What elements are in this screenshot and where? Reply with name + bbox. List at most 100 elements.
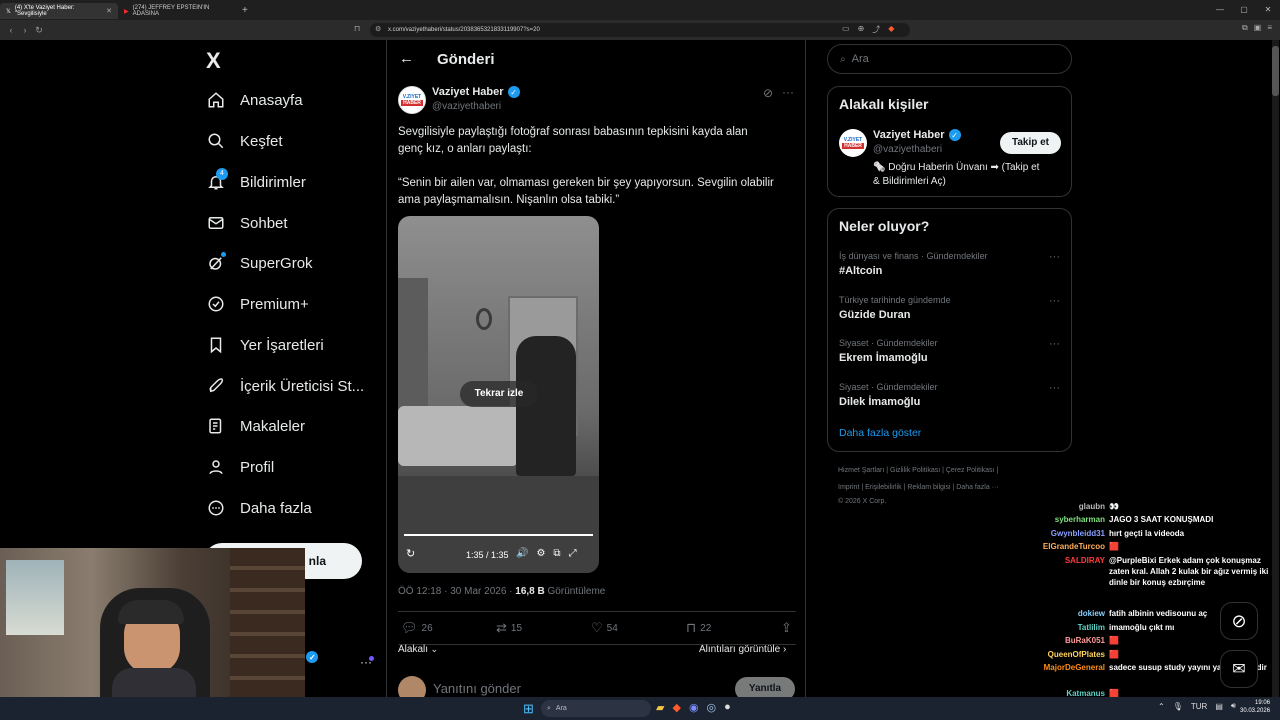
pip-icon[interactable]: ⧉	[553, 548, 560, 559]
trend-more-icon[interactable]: ···	[1049, 251, 1060, 263]
author-name[interactable]: Vaziyet Haber	[432, 86, 504, 98]
trend-item[interactable]: Siyaset · Gündemdekiler Dilek İmamoğlu ·…	[839, 382, 1060, 408]
search-input[interactable]: ⌕ Ara	[827, 44, 1072, 74]
taskbar-clock[interactable]: 19:06 30.03.2026	[1240, 699, 1270, 715]
volume-icon[interactable]: 🔊	[516, 548, 528, 559]
sidebar-item-articles[interactable]: Makaleler	[206, 416, 305, 436]
share-icon[interactable]: ⇪	[781, 620, 792, 636]
video-player[interactable]: Tekrar izle ↻ 1:35 / 1:35 🔊 ⚙ ⧉ ⤢	[398, 216, 599, 573]
sidebar-item-creator-studio[interactable]: İçerik Üreticisi St...	[206, 376, 364, 396]
screen-icon[interactable]: ▭	[842, 24, 850, 35]
windows-start-icon[interactable]: ⊞	[523, 701, 534, 717]
chat-username[interactable]: Gwynbleidd31	[1034, 528, 1105, 539]
webcam-shelf	[230, 548, 305, 697]
minimize-icon[interactable]: —	[1208, 0, 1232, 20]
taskbar-search[interactable]: ⌕ Ara	[541, 700, 651, 717]
close-tab-icon[interactable]: ✕	[106, 7, 112, 15]
back-arrow-icon[interactable]: ←	[399, 50, 414, 67]
obs-icon[interactable]: ●	[724, 701, 731, 714]
discord-icon[interactable]: ◉	[689, 701, 699, 714]
replay-button[interactable]: Tekrar izle	[460, 381, 538, 407]
trend-item[interactable]: Türkiye tarihinde gündemde Güzide Duran …	[839, 295, 1060, 321]
sort-dropdown[interactable]: Alakalı ⌄	[398, 644, 438, 655]
sidebar-item-messages[interactable]: Sohbet	[206, 213, 288, 233]
chat-username[interactable]: ElGrandeTurcoo	[1034, 541, 1105, 552]
scrollbar-thumb[interactable]	[1272, 46, 1279, 96]
share-icon[interactable]: ⤴	[872, 24, 880, 35]
bookmark-action[interactable]: ⊓ 22	[686, 620, 781, 636]
home-icon	[206, 90, 226, 110]
author-handle[interactable]: @vaziyethaberi	[432, 101, 501, 112]
volume-icon[interactable]: 🔊︎	[1231, 701, 1236, 711]
brave-browser-icon[interactable]: ◆	[672, 701, 680, 714]
zoom-icon[interactable]: ⊕	[858, 24, 865, 35]
back-nav-icon[interactable]: ‹	[4, 25, 18, 35]
show-more-link[interactable]: Daha fazla göster	[839, 427, 921, 439]
chat-username[interactable]: glaubn	[1034, 501, 1105, 512]
footer-links-line[interactable]: Imprint | Erişilebilirlik | Reklam bilgi…	[838, 484, 999, 491]
reply-input[interactable]: Yanıtını gönder	[433, 681, 521, 696]
sidebar-item-premium[interactable]: Premium+	[206, 294, 309, 314]
brave-shield-icon[interactable]: ◆	[888, 24, 894, 35]
footer-links-line[interactable]: Hizmet Şartları | Gizlilik Politikası | …	[838, 467, 998, 474]
address-bar[interactable]: x.com/vaziyethaberi/status/2038365321833…	[370, 23, 910, 37]
file-explorer-icon[interactable]: ▰	[656, 701, 664, 714]
chat-username[interactable]: MajorDeGeneral	[1034, 662, 1105, 673]
tray-chevron-icon[interactable]: ⌃	[1158, 702, 1165, 711]
network-icon[interactable]: ▤	[1215, 702, 1223, 711]
chat-username[interactable]: syberharman	[1034, 514, 1105, 525]
trend-more-icon[interactable]: ···	[1049, 382, 1060, 394]
trend-item[interactable]: Siyaset · Gündemdekiler Ekrem İmamoğlu ·…	[839, 338, 1060, 364]
post-timestamp[interactable]: ÖÖ 12:18 · 30 Mar 2026 ·	[398, 586, 515, 597]
scrollbar[interactable]	[1272, 40, 1279, 697]
related-handle[interactable]: @vaziyethaberi	[873, 144, 942, 155]
like-action[interactable]: ♡ 54	[591, 620, 686, 636]
extensions-icon[interactable]: ⧉	[1242, 23, 1248, 33]
messages-float-button[interactable]: ✉	[1220, 650, 1258, 688]
microphone-icon[interactable]: 🎙︎	[1173, 702, 1183, 711]
browser-tab-active[interactable]: 𝕏 (4) X'te Vaziyet Haber: "Sevgilisiyle …	[0, 3, 118, 19]
related-name[interactable]: Vaziyet Haber	[873, 129, 945, 141]
follow-button[interactable]: Takip et	[1000, 132, 1061, 154]
close-window-icon[interactable]: ✕	[1256, 0, 1280, 20]
sidebar-item-more[interactable]: Daha fazla	[206, 498, 312, 518]
bookmark-page-icon[interactable]: ⊓	[354, 24, 360, 33]
menu-icon[interactable]: ≡	[1267, 23, 1272, 33]
sidebar-item-notifications[interactable]: 4 Bildirimler	[206, 168, 306, 192]
reply-action[interactable]: 💬︎ 26	[401, 620, 496, 636]
browser-tab[interactable]: ▶ (274) JEFFREY EPSTEIN'IN ADASINA	[118, 3, 236, 19]
grok-float-button[interactable]: ⊘	[1220, 602, 1258, 640]
sidebar-item-home[interactable]: Anasayfa	[206, 90, 303, 110]
new-tab-button[interactable]: +	[236, 5, 254, 16]
grok-analyze-icon[interactable]: ⊘	[763, 86, 773, 100]
view-quotes-link[interactable]: Alıntıları görüntüle ›	[699, 644, 786, 655]
maximize-icon[interactable]: ▢	[1232, 0, 1256, 20]
sidebar-item-supergrok[interactable]: SuperGrok	[206, 252, 313, 273]
steam-icon[interactable]: ◎	[707, 701, 717, 714]
x-logo[interactable]: X	[206, 48, 221, 74]
forward-nav-icon[interactable]: ›	[18, 25, 32, 35]
sidebar-item-profile[interactable]: Profil	[206, 457, 274, 477]
chat-username[interactable]: Tatlilim	[1034, 622, 1105, 633]
chat-username[interactable]: QueenOfPlates	[1034, 649, 1105, 660]
sidebar-item-explore[interactable]: Keşfet	[206, 131, 283, 151]
post-more-icon[interactable]: ···	[782, 85, 794, 99]
chat-username[interactable]: BuRaK051	[1034, 635, 1105, 646]
trend-more-icon[interactable]: ···	[1049, 295, 1060, 307]
author-avatar[interactable]: V.ZIYET HABER	[398, 86, 426, 114]
reload-icon[interactable]: ↻	[32, 25, 46, 36]
video-replay-icon[interactable]: ↻	[406, 547, 415, 560]
video-progress-bar[interactable]	[404, 534, 593, 536]
trend-more-icon[interactable]: ···	[1049, 338, 1060, 350]
settings-icon[interactable]: ⚙	[536, 548, 545, 559]
language-indicator[interactable]: TUR	[1191, 702, 1207, 711]
trend-item[interactable]: İş dünyası ve finans · Gündemdekiler #Al…	[839, 251, 1060, 277]
related-avatar[interactable]: V.ZIYET HABER	[839, 129, 867, 157]
sidebar-item-bookmarks[interactable]: Yer İşaretleri	[206, 335, 324, 355]
wallet-icon[interactable]: ▣	[1254, 23, 1262, 33]
chat-username[interactable]: dokiew	[1034, 608, 1105, 619]
site-info-icon[interactable]: ⚙	[375, 25, 381, 33]
fullscreen-icon[interactable]: ⤢	[569, 548, 577, 559]
chat-username[interactable]: SALDIRAY	[1034, 555, 1105, 588]
repost-action[interactable]: ⇄ 15	[496, 620, 591, 636]
